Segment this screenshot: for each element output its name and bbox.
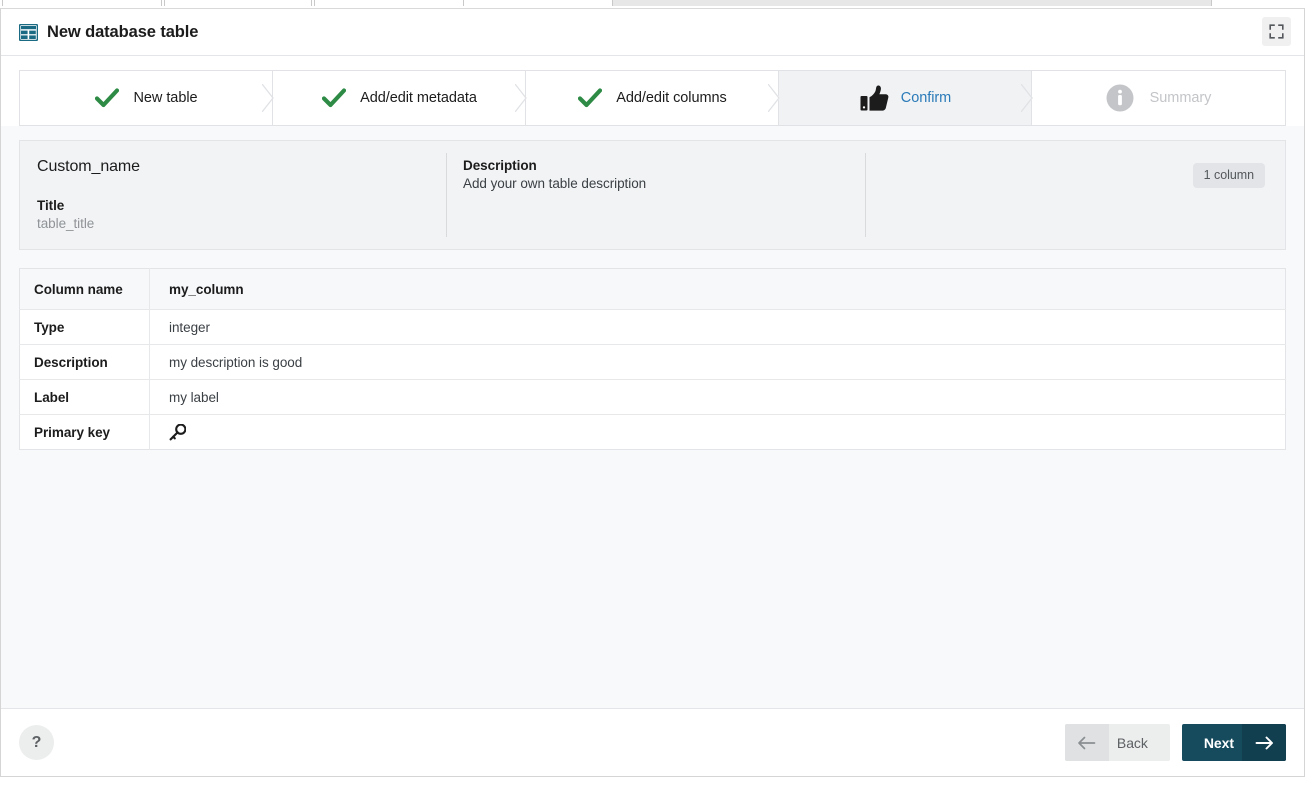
- step-separator-chevron-icon: [768, 84, 780, 112]
- expand-fullscreen-icon: [1269, 24, 1284, 39]
- back-button-label: Back: [1116, 734, 1148, 751]
- table-row: Primary key: [19, 414, 1286, 450]
- table-summary-panel: Custom_name Title table_title Descriptio…: [19, 140, 1286, 250]
- table-row: Type integer: [19, 309, 1286, 345]
- column-count-badge: 1 column: [1192, 163, 1265, 188]
- row-value: my label: [149, 379, 1286, 415]
- description-value: Add your own table description: [463, 176, 647, 191]
- expand-fullscreen-button[interactable]: [1262, 17, 1291, 46]
- step-separator-chevron-icon: [262, 84, 274, 112]
- table-name-pane: Custom_name Title table_title: [20, 141, 446, 249]
- help-button[interactable]: ?: [19, 725, 54, 760]
- wizard-actions: Back Next: [1064, 724, 1286, 761]
- row-value: my_column: [149, 268, 1286, 310]
- description-label: Description: [463, 158, 537, 173]
- dialog-footer: ? Back Next: [1, 708, 1304, 776]
- title-value: table_title: [37, 216, 95, 231]
- thumbs-up-icon: [860, 84, 889, 112]
- info-circle-icon: [1106, 84, 1134, 112]
- table-name: Custom_name: [37, 158, 140, 175]
- step-label: New table: [133, 90, 198, 106]
- step-confirm[interactable]: Confirm: [768, 71, 1032, 125]
- browser-tab-stub: [612, 0, 1212, 6]
- column-count-pane: 1 column: [865, 141, 1285, 249]
- page-title: New database table: [47, 22, 199, 41]
- check-icon: [578, 88, 603, 108]
- step-label: Add/edit columns: [616, 90, 727, 106]
- wizard-stepper: New table Add/edit metadata Add/edit col…: [19, 70, 1286, 126]
- next-button[interactable]: Next: [1181, 724, 1286, 761]
- column-detail-table: Column name my_column Type integer Descr…: [19, 268, 1286, 450]
- table-row: Description my description is good: [19, 344, 1286, 380]
- row-value: [150, 415, 1286, 450]
- row-label: Column name: [19, 268, 150, 310]
- table-row: Label my label: [19, 379, 1286, 415]
- row-value: my description is good: [149, 344, 1286, 380]
- row-label: Label: [19, 379, 150, 415]
- back-button[interactable]: Back: [1064, 724, 1170, 761]
- row-label: Type: [19, 309, 150, 345]
- check-icon: [322, 88, 347, 108]
- key-icon: [169, 423, 186, 440]
- step-add-edit-columns[interactable]: Add/edit columns: [515, 71, 779, 125]
- table-row: Column name my_column: [19, 268, 1286, 310]
- step-new-table[interactable]: New table: [20, 71, 273, 125]
- new-database-table-dialog: New database table New table Add/edit me…: [0, 8, 1305, 777]
- step-label: Confirm: [900, 90, 952, 106]
- browser-tab-stub: [2, 0, 162, 6]
- row-value: integer: [149, 309, 1286, 345]
- arrow-left-icon: [1064, 724, 1109, 761]
- title-label: Title: [37, 198, 65, 213]
- step-add-edit-metadata[interactable]: Add/edit metadata: [262, 71, 526, 125]
- step-separator-chevron-icon: [1021, 84, 1033, 112]
- next-button-label: Next: [1203, 734, 1234, 751]
- step-label: Summary: [1149, 90, 1212, 106]
- browser-tab-stub: [164, 0, 312, 6]
- row-label: Description: [19, 344, 150, 380]
- browser-tab-stub: [314, 0, 464, 6]
- row-label: Primary key: [19, 414, 150, 450]
- arrow-right-icon: [1242, 724, 1286, 761]
- table-grid-icon: [19, 23, 38, 41]
- step-separator-chevron-icon: [515, 84, 527, 112]
- dialog-body: Custom_name Title table_title Descriptio…: [1, 126, 1304, 708]
- browser-chrome-strip: [0, 0, 1305, 8]
- dialog-header: New database table: [1, 9, 1304, 56]
- check-icon: [95, 88, 120, 108]
- step-label: Add/edit metadata: [360, 90, 477, 106]
- table-description-pane: Description Add your own table descripti…: [446, 141, 865, 249]
- step-summary: Summary: [1021, 71, 1285, 125]
